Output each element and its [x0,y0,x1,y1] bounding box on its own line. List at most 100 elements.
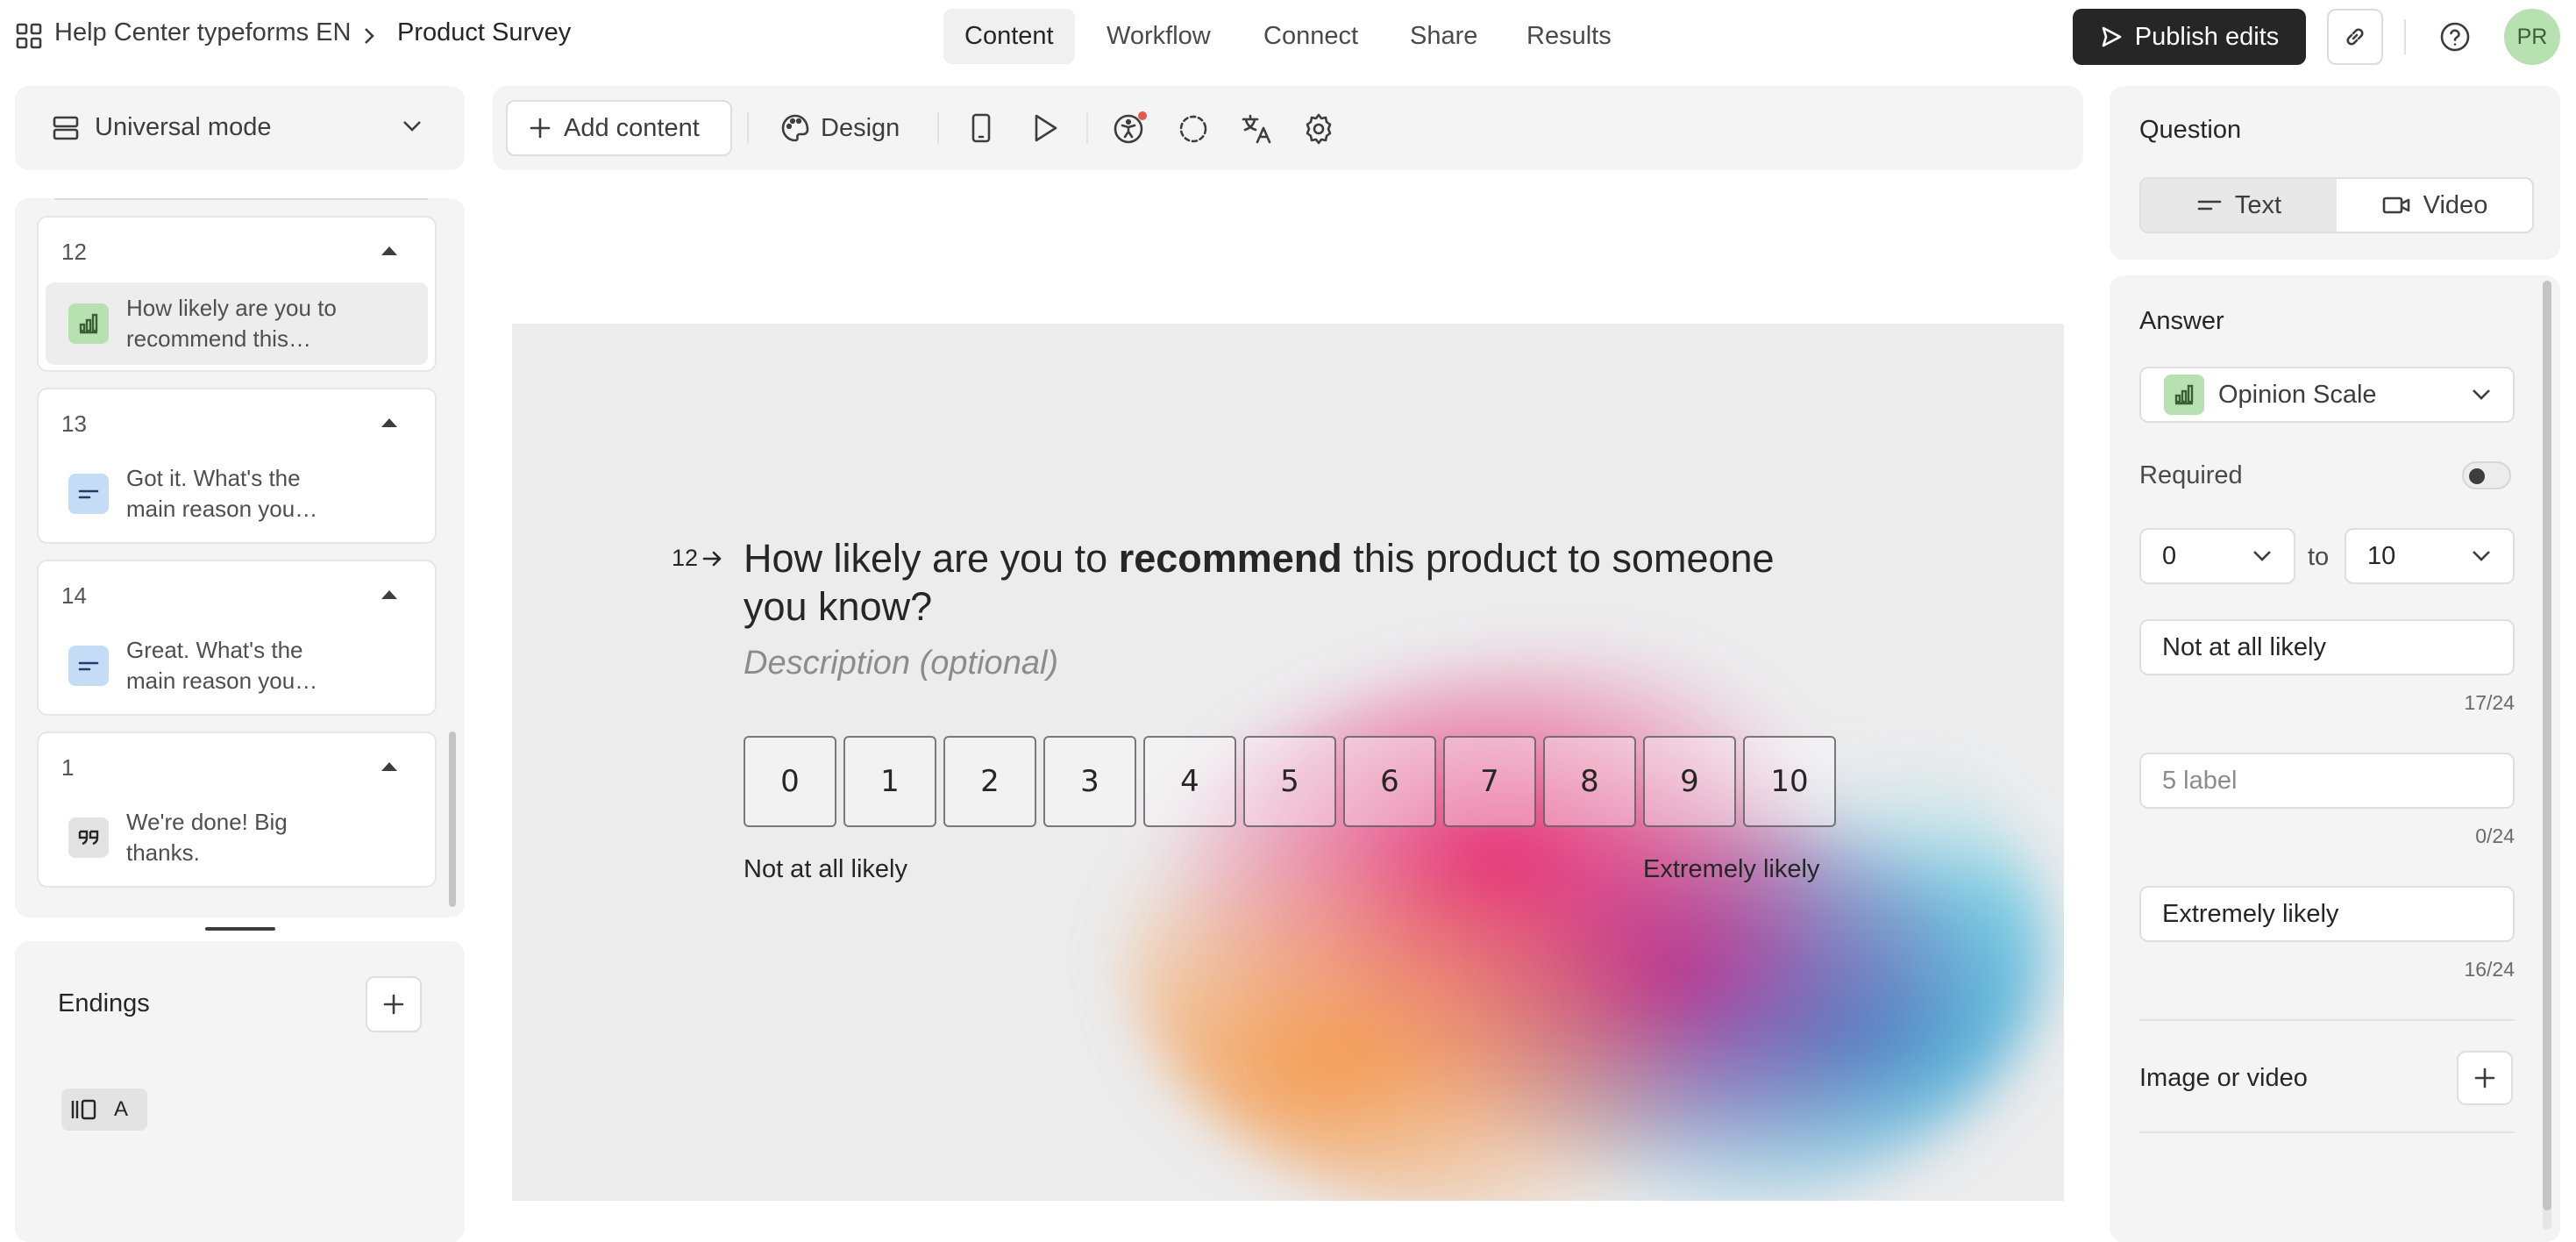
left-label-input[interactable]: Not at all likely [2139,619,2515,675]
scale-option-5[interactable]: 5 [1243,736,1336,827]
tab-content[interactable]: Content [943,9,1075,64]
scale-option-8[interactable]: 8 [1543,736,1636,827]
scale-option-1[interactable]: 1 [843,736,936,827]
question-title[interactable]: How likely are you to recommend this pro… [744,534,1775,582]
left-label-counter: 17/24 [2464,691,2515,714]
opinion-scale-icon [2164,375,2204,415]
text-tab[interactable]: Text [2141,179,2337,232]
question-item-selected[interactable]: How likely are you to recommend this… [46,282,428,365]
scale-right-label: Extremely likely [1643,855,1820,883]
publish-label: Publish edits [2134,22,2280,51]
left-label-value: Not at all likely [2162,632,2326,661]
add-ending-button[interactable] [366,976,422,1032]
design-button[interactable]: Design [780,113,900,143]
question-card-12[interactable]: 12 How likely are you to recommend this… [37,216,437,372]
scale-from-value: 0 [2162,541,2177,570]
scrollbar-track [2543,281,2551,1230]
question-card-ending[interactable]: 1 We're done! Big thanks. [37,732,437,888]
mode-selector[interactable]: Universal mode [15,86,465,170]
collapse-triangle-icon[interactable] [381,589,398,600]
answer-type-label: Opinion Scale [2218,380,2377,409]
tab-workflow[interactable]: Workflow [1085,9,1232,64]
logic-flow-icon[interactable] [1177,112,1210,146]
publish-button[interactable]: Publish edits [2073,9,2306,65]
resize-handle[interactable] [205,927,275,931]
question-text-line1: We're done! Big [126,809,288,835]
translate-icon[interactable] [1240,112,1273,146]
video-tab[interactable]: Video [2337,179,2532,232]
apps-grid-icon[interactable] [16,23,42,49]
scale-option-0[interactable]: 0 [744,736,836,827]
plus-icon [381,992,406,1017]
question-number: 13 [61,410,87,437]
required-label: Required [2139,461,2243,489]
collapse-triangle-icon[interactable] [381,246,398,256]
scale-option-2[interactable]: 2 [943,736,1036,827]
play-preview-icon[interactable] [1029,112,1059,144]
question-type-toggle: Text Video [2139,177,2534,233]
breadcrumb-form-title[interactable]: Product Survey [397,18,571,47]
scale-option-3[interactable]: 3 [1043,736,1136,827]
middle-label-placeholder: 5 label [2162,766,2238,795]
scale-option-4[interactable]: 4 [1143,736,1236,827]
scrollbar-thumb[interactable] [449,732,456,907]
required-toggle[interactable] [2462,461,2511,489]
scale-option-7[interactable]: 7 [1443,736,1536,827]
help-icon[interactable] [2438,20,2472,54]
divider [1086,112,1088,144]
scale-option-9[interactable]: 9 [1643,736,1736,827]
question-number: 14 [61,582,87,609]
question-card-14[interactable]: 14 Great. What's the main reason you… [37,560,437,716]
question-card-13[interactable]: 13 Got it. What's the main reason you… [37,388,437,544]
chevron-down-icon [2471,549,2492,563]
collapse-triangle-icon[interactable] [381,761,398,772]
form-preview-canvas[interactable]: 12 How likely are you to recommend this … [512,324,2064,1201]
middle-label-input[interactable]: 5 label [2139,753,2515,809]
question-settings-panel: Question Text Video [2110,86,2560,260]
right-label-input[interactable]: Extremely likely [2139,886,2515,942]
scale-from-select[interactable]: 0 [2139,528,2295,584]
accessibility-icon[interactable] [1113,111,1148,146]
question-title-part: How likely are you to [744,536,1119,581]
question-text-line1: Great. What's the [126,637,303,663]
copy-link-button[interactable] [2327,9,2383,65]
ending-chip[interactable]: A [61,1089,147,1131]
scale-to-select[interactable]: 10 [2345,528,2515,584]
add-content-button[interactable]: Add content [506,100,732,156]
send-icon [2100,25,2123,48]
question-list-panel: 12 How likely are you to recommend this…… [15,198,465,917]
collapse-triangle-icon[interactable] [381,418,398,428]
opinion-scale-icon [68,303,109,344]
arrow-right-icon [701,548,724,569]
settings-gear-icon[interactable] [1302,112,1335,146]
tab-connect[interactable]: Connect [1242,9,1379,64]
question-number: 12 [61,239,87,265]
ending-chip-label: A [114,1097,129,1121]
breadcrumb-workspace[interactable]: Help Center typeforms EN [54,18,351,47]
question-text-line2: main reason you… [126,667,318,694]
video-camera-icon [2381,195,2411,216]
avatar[interactable]: PR [2504,9,2560,65]
add-media-button[interactable] [2457,1051,2513,1105]
scrollbar-thumb[interactable] [2543,281,2551,1210]
scale-option-6[interactable]: 6 [1343,736,1436,827]
to-label: to [2308,543,2330,571]
question-title-line2[interactable]: you know? [744,582,932,631]
divider [747,112,749,144]
scale-option-10[interactable]: 10 [1743,736,1836,827]
add-content-label: Add content [564,113,700,142]
question-section-title: Question [2139,116,2242,144]
plus-icon [2473,1066,2497,1090]
divider [2139,1131,2515,1133]
question-text-line1: Got it. What's the [126,465,301,491]
mobile-preview-icon[interactable] [970,112,993,144]
divider [2404,19,2406,54]
description-placeholder[interactable]: Description (optional) [744,645,1058,682]
tab-results[interactable]: Results [1505,9,1633,64]
text-lines-icon [2196,196,2223,214]
question-number: 1 [61,754,75,781]
answer-type-select[interactable]: Opinion Scale [2139,367,2515,423]
answer-settings-panel: Answer Opinion Scale Required 0 to 10 No… [2110,275,2560,1242]
tab-share[interactable]: Share [1389,9,1498,64]
design-label: Design [821,113,900,142]
